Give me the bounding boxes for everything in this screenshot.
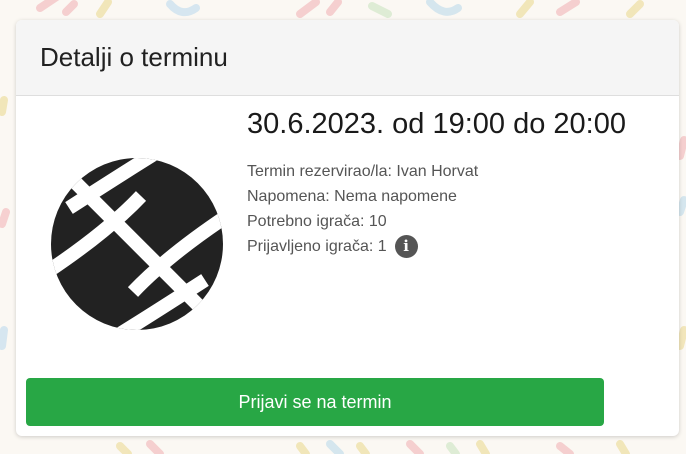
basketball-icon: [51, 158, 223, 330]
event-info-list: Termin rezervirao/la: Ivan Horvat Napome…: [247, 159, 478, 259]
card-title: Detalji o terminu: [40, 42, 228, 72]
join-event-button[interactable]: Prijavi se na termin: [26, 378, 604, 426]
note: Napomena: Nema napomene: [247, 188, 457, 205]
card-header: Detalji o terminu: [16, 20, 679, 96]
info-circle-icon[interactable]: i: [394, 235, 418, 258]
players-needed: Potrebno igrača: 10: [247, 213, 387, 230]
event-details-card: Detalji o terminu 30.6.2023. od 19:00 do…: [16, 20, 679, 436]
event-time: 30.6.2023. od 19:00 do 20:00: [247, 108, 626, 140]
booked-by: Termin rezervirao/la: Ivan Horvat: [247, 163, 479, 180]
players-registered: Prijavljeno igrača: 1 i: [247, 234, 478, 259]
